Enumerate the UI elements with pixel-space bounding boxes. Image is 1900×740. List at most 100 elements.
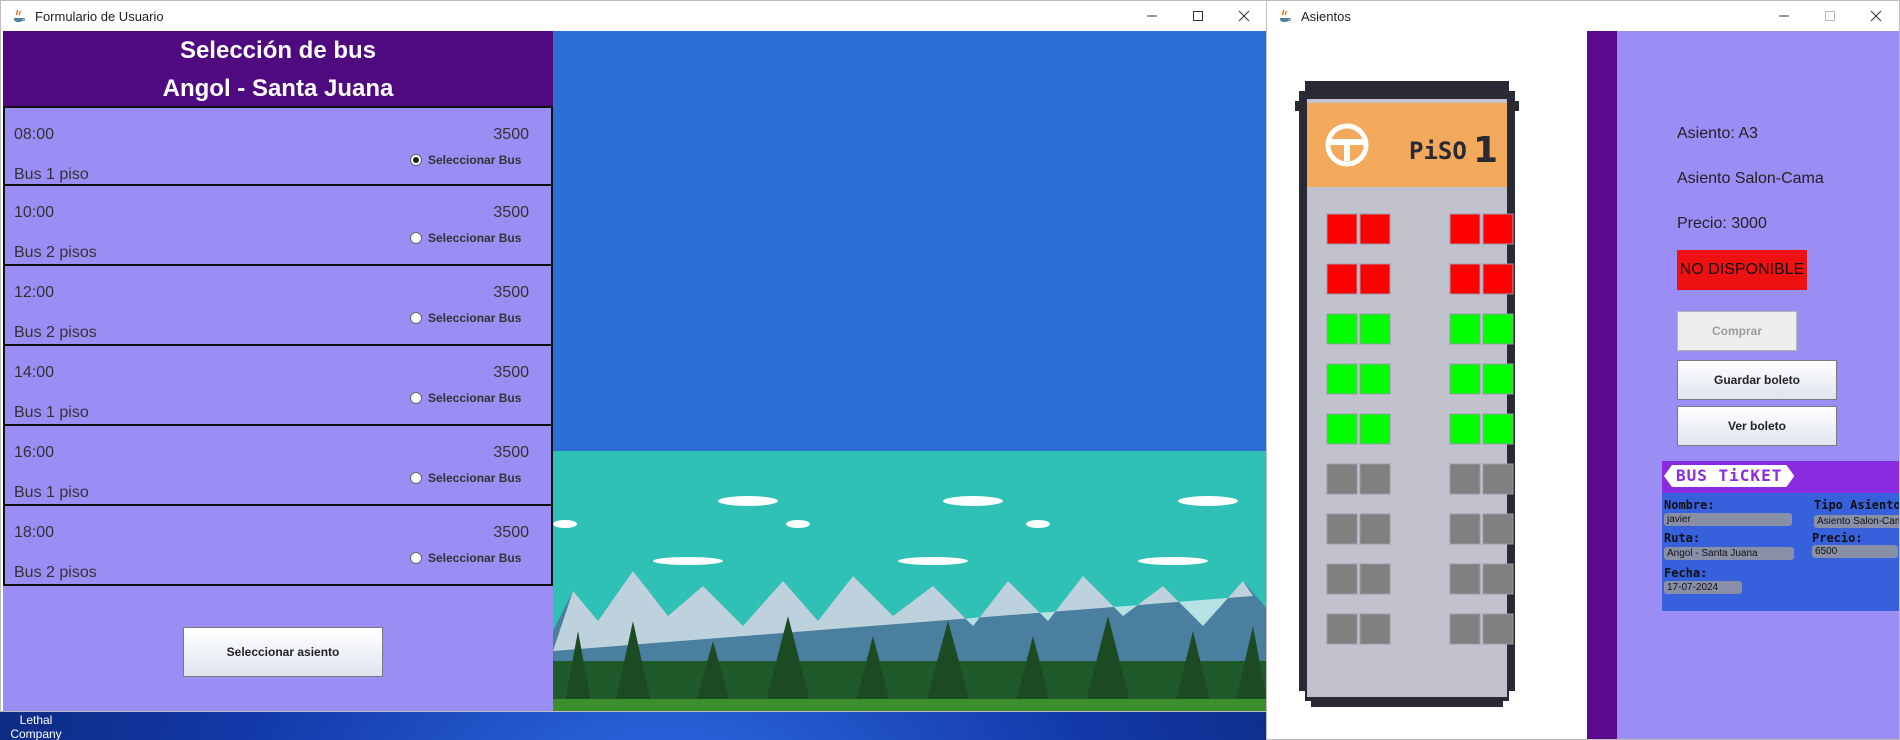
bus-time: 08:00 [14, 126, 55, 143]
status-badge: NO DISPONIBLE [1677, 250, 1807, 290]
select-bus-radio[interactable]: Seleccionar Bus [410, 311, 521, 325]
select-bus-radio[interactable]: Seleccionar Bus [410, 471, 521, 485]
seat-button[interactable] [1326, 313, 1358, 345]
seat-button[interactable] [1482, 313, 1514, 345]
user-form-window: Formulario de Usuario Selección de bus A… [0, 0, 1268, 712]
seat-button[interactable] [1359, 463, 1391, 495]
save-ticket-button[interactable]: Guardar boleto [1677, 360, 1837, 400]
select-bus-radio[interactable]: Seleccionar Bus [410, 231, 521, 245]
seat-button[interactable] [1482, 613, 1514, 645]
seat-button[interactable] [1482, 413, 1514, 445]
ticket-date-value: 17-07-2024 [1664, 581, 1742, 594]
bus-type: Bus 2 pisos [14, 244, 97, 261]
bus-price: 3500 [493, 204, 529, 221]
ticket-route-value: Angol - Santa Juana [1664, 547, 1794, 560]
bus-type: Bus 1 piso [14, 404, 89, 421]
radio-icon[interactable] [410, 552, 422, 564]
seat-button[interactable] [1326, 563, 1358, 595]
radio-icon[interactable] [410, 154, 422, 166]
seat-button[interactable] [1326, 263, 1358, 295]
view-ticket-button[interactable]: Ver boleto [1677, 406, 1837, 446]
seat-button[interactable] [1326, 513, 1358, 545]
ticket-seat-type-label: Tipo Asiento: [1814, 498, 1900, 512]
minimize-icon [1147, 15, 1157, 17]
seat-button[interactable] [1449, 313, 1481, 345]
bus-ticket: BUS TiCKET Nombre: javier Tipo Asiento: … [1662, 461, 1900, 611]
select-seat-button[interactable]: Seleccionar asiento [183, 627, 383, 677]
bus-option[interactable]: 08:00 3500 Seleccionar Bus Bus 1 piso [3, 106, 553, 186]
select-bus-label: Seleccionar Bus [428, 471, 522, 485]
seat-button[interactable] [1359, 563, 1391, 595]
minimize-icon [1779, 15, 1789, 17]
desktop-icon-label[interactable]: Lethal Company [8, 713, 64, 740]
radio-icon[interactable] [410, 472, 422, 484]
seat-button[interactable] [1449, 213, 1481, 245]
buy-button: Comprar [1677, 311, 1797, 351]
seat-button[interactable] [1359, 263, 1391, 295]
seat-button[interactable] [1449, 363, 1481, 395]
seat-button[interactable] [1359, 413, 1391, 445]
select-bus-radio[interactable]: Seleccionar Bus [410, 153, 521, 167]
close-button[interactable] [1221, 1, 1267, 31]
seat-button[interactable] [1449, 513, 1481, 545]
divider-strip [1587, 31, 1617, 739]
seat-button[interactable] [1449, 413, 1481, 445]
seat-button[interactable] [1449, 613, 1481, 645]
bus-option[interactable]: 10:00 3500 Seleccionar Bus Bus 2 pisos [3, 186, 553, 266]
java-icon [14, 9, 25, 22]
route-title: Angol - Santa Juana [162, 75, 394, 102]
floor-number: 1 [1473, 130, 1498, 171]
ticket-seat-type-value: Asiento Salon-Cama [1814, 515, 1899, 528]
window-title: Asientos [1301, 8, 1351, 24]
mountain-scenery-image [553, 31, 1267, 711]
minimize-button[interactable] [1761, 1, 1807, 31]
select-bus-label: Seleccionar Bus [428, 231, 522, 245]
ticket-header: BUS TiCKET [1662, 461, 1899, 493]
seat-button[interactable] [1482, 363, 1514, 395]
bus-type: Bus 1 piso [14, 166, 89, 183]
bus-option[interactable]: 16:00 3500 Seleccionar Bus Bus 1 piso [3, 426, 553, 506]
seat-button[interactable] [1482, 213, 1514, 245]
ticket-name-label: Nombre: [1664, 498, 1715, 512]
select-bus-label: Seleccionar Bus [428, 391, 522, 405]
bus-option[interactable]: 12:00 3500 Seleccionar Bus Bus 2 pisos [3, 266, 553, 346]
seat-button[interactable] [1482, 463, 1514, 495]
bus-option[interactable]: 18:00 3500 Seleccionar Bus Bus 2 pisos [3, 506, 553, 586]
titlebar[interactable]: Formulario de Usuario [1, 1, 1267, 31]
maximize-icon [1193, 11, 1203, 21]
seat-button[interactable] [1326, 413, 1358, 445]
radio-icon[interactable] [410, 392, 422, 404]
window-title: Formulario de Usuario [35, 8, 164, 24]
radio-icon[interactable] [410, 312, 422, 324]
bus-time: 16:00 [14, 444, 55, 461]
seat-button[interactable] [1359, 213, 1391, 245]
seat-button[interactable] [1482, 263, 1514, 295]
select-bus-radio[interactable]: Seleccionar Bus [410, 551, 521, 565]
seat-button[interactable] [1326, 213, 1358, 245]
bus-time: 14:00 [14, 364, 55, 381]
bus-type: Bus 2 pisos [14, 324, 97, 341]
bus-time: 12:00 [14, 284, 55, 301]
seat-button[interactable] [1449, 263, 1481, 295]
minimize-button[interactable] [1129, 1, 1175, 31]
close-button[interactable] [1853, 1, 1899, 31]
maximize-button[interactable] [1175, 1, 1221, 31]
radio-icon[interactable] [410, 232, 422, 244]
seat-button[interactable] [1326, 463, 1358, 495]
seat-button[interactable] [1359, 513, 1391, 545]
select-bus-radio[interactable]: Seleccionar Bus [410, 391, 521, 405]
seat-button[interactable] [1482, 513, 1514, 545]
select-bus-label: Seleccionar Bus [428, 551, 522, 565]
bus-price: 3500 [493, 444, 529, 461]
maximize-icon [1825, 11, 1835, 21]
seat-button[interactable] [1326, 363, 1358, 395]
seat-button[interactable] [1359, 613, 1391, 645]
bus-option[interactable]: 14:00 3500 Seleccionar Bus Bus 1 piso [3, 346, 553, 426]
seat-button[interactable] [1482, 563, 1514, 595]
seat-button[interactable] [1359, 363, 1391, 395]
seat-button[interactable] [1449, 463, 1481, 495]
seat-button[interactable] [1359, 313, 1391, 345]
seat-button[interactable] [1326, 613, 1358, 645]
seat-button[interactable] [1449, 563, 1481, 595]
titlebar[interactable]: Asientos [1267, 1, 1899, 31]
